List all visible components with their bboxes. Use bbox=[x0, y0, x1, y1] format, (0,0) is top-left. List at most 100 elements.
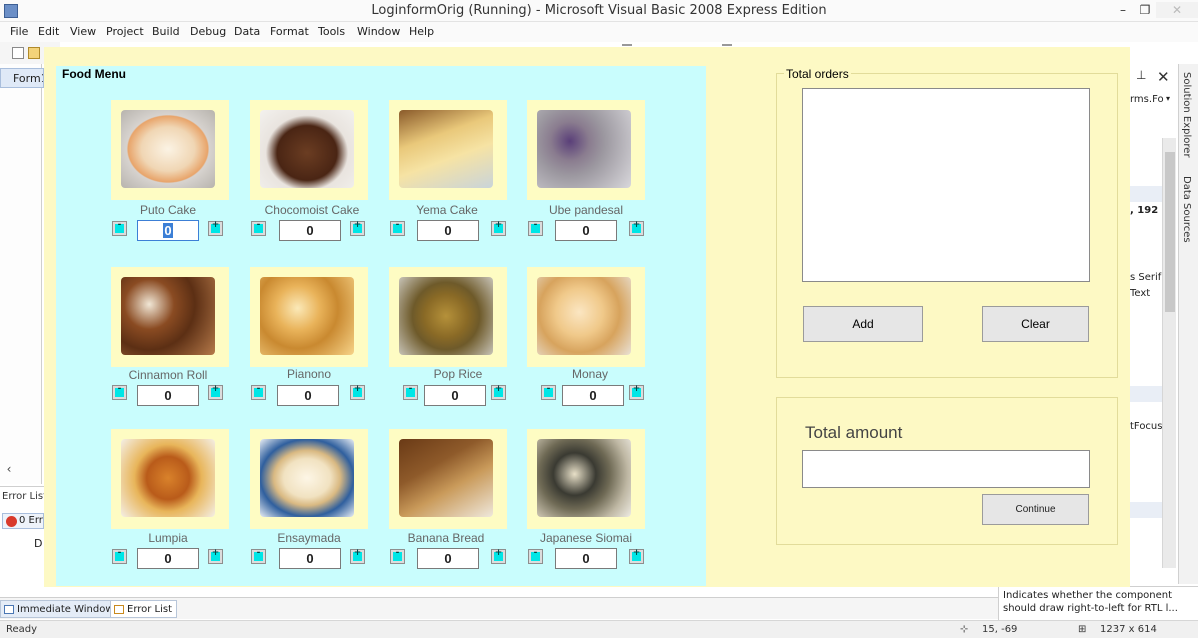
open-folder-icon[interactable] bbox=[28, 47, 40, 59]
menu-bar: File Edit View Project Build Debug Data … bbox=[0, 22, 1198, 42]
error-icon bbox=[6, 516, 17, 527]
minus-glyph: - bbox=[117, 384, 122, 394]
menu-project[interactable]: Project bbox=[106, 25, 144, 38]
decrease-japanese-siomai-button[interactable]: - bbox=[528, 548, 543, 564]
minus-glyph: - bbox=[117, 548, 122, 558]
food-image-banana-bread[interactable] bbox=[389, 429, 507, 529]
scrollbar-thumb[interactable] bbox=[1165, 152, 1175, 312]
tab-immediate-window[interactable]: Immediate Window bbox=[0, 600, 119, 618]
qty-chocomoist-cake-input[interactable]: 0 bbox=[279, 220, 341, 241]
menu-window[interactable]: Window bbox=[357, 25, 400, 38]
increase-yema-cake-button[interactable]: + bbox=[491, 220, 506, 236]
decrease-ensaymada-button[interactable]: - bbox=[251, 548, 266, 564]
qty-ube-pandesal-input[interactable]: 0 bbox=[555, 220, 617, 241]
menu-debug[interactable]: Debug bbox=[190, 25, 226, 38]
restore-button[interactable]: ❐ bbox=[1132, 2, 1158, 18]
total-orders-listbox[interactable] bbox=[802, 88, 1090, 282]
qty-value: 0 bbox=[163, 223, 173, 238]
qty-cinnamon-roll-input[interactable]: 0 bbox=[137, 385, 199, 406]
food-image-lumpia[interactable] bbox=[111, 429, 229, 529]
increase-monay-button[interactable]: + bbox=[629, 384, 644, 400]
food-image-monay[interactable] bbox=[527, 267, 645, 367]
food-image-pianono[interactable] bbox=[250, 267, 368, 367]
minus-glyph: - bbox=[533, 548, 538, 558]
menu-file[interactable]: File bbox=[10, 25, 28, 38]
menu-tools[interactable]: Tools bbox=[318, 25, 345, 38]
increase-chocomoist-cake-button[interactable]: + bbox=[350, 220, 365, 236]
menu-view[interactable]: View bbox=[70, 25, 96, 38]
decrease-cinnamon-roll-button[interactable]: - bbox=[112, 384, 127, 400]
menu-format[interactable]: Format bbox=[270, 25, 309, 38]
tab-form1-designer[interactable]: Form1 bbox=[0, 68, 44, 88]
increase-cinnamon-roll-button[interactable]: + bbox=[208, 384, 223, 400]
qty-puto-cake-input[interactable]: 0 bbox=[137, 220, 199, 241]
properties-scrollbar[interactable] bbox=[1162, 138, 1176, 568]
qty-yema-cake-input[interactable]: 0 bbox=[417, 220, 479, 241]
decrease-chocomoist-cake-button[interactable]: - bbox=[251, 220, 266, 236]
increase-ensaymada-button[interactable]: + bbox=[350, 548, 365, 564]
qty-pianono-input[interactable]: 0 bbox=[277, 385, 339, 406]
errors-filter-button[interactable]: 0 Errors bbox=[2, 513, 44, 529]
qty-japanese-siomai-input[interactable]: 0 bbox=[555, 548, 617, 569]
plus-glyph: + bbox=[211, 384, 220, 394]
property-value-font: s Serif, bbox=[1130, 272, 1165, 283]
qty-pop-rice-input[interactable]: 0 bbox=[424, 385, 486, 406]
minus-glyph: - bbox=[256, 384, 261, 394]
food-image-cinnamon-roll[interactable] bbox=[111, 267, 229, 367]
minus-glyph: - bbox=[533, 220, 538, 230]
scroll-left-arrow-icon[interactable]: ‹ bbox=[2, 462, 16, 476]
decrease-pianono-button[interactable]: - bbox=[251, 384, 266, 400]
increase-pop-rice-button[interactable]: + bbox=[491, 384, 506, 400]
food-image-ensaymada[interactable] bbox=[250, 429, 368, 529]
increase-japanese-siomai-button[interactable]: + bbox=[629, 548, 644, 564]
tab-solution-explorer[interactable]: Solution Explorer bbox=[1181, 72, 1192, 158]
increase-pianono-button[interactable]: + bbox=[350, 384, 365, 400]
add-button[interactable]: Add bbox=[803, 306, 923, 342]
decrease-monay-button[interactable]: - bbox=[541, 384, 556, 400]
increase-ube-pandesal-button[interactable]: + bbox=[629, 220, 644, 236]
increase-lumpia-button[interactable]: + bbox=[208, 548, 223, 564]
tab-data-sources[interactable]: Data Sources bbox=[1181, 176, 1192, 243]
qty-banana-bread-input[interactable]: 0 bbox=[417, 548, 479, 569]
decrease-yema-cake-button[interactable]: - bbox=[390, 220, 405, 236]
chevron-down-icon[interactable]: ▾ bbox=[1166, 94, 1170, 103]
menu-build[interactable]: Build bbox=[152, 25, 180, 38]
plus-glyph: + bbox=[494, 220, 503, 230]
close-window-button[interactable]: ✕ bbox=[1156, 2, 1198, 18]
minus-glyph: - bbox=[256, 548, 261, 558]
food-image-ube-pandesal[interactable] bbox=[527, 100, 645, 200]
ube-pandesal-photo bbox=[537, 110, 631, 188]
decrease-lumpia-button[interactable]: - bbox=[112, 548, 127, 564]
increase-puto-cake-button[interactable]: + bbox=[208, 220, 223, 236]
increase-banana-bread-button[interactable]: + bbox=[491, 548, 506, 564]
food-image-pop-rice[interactable] bbox=[389, 267, 507, 367]
close-pane-icon[interactable]: ✕ bbox=[1157, 68, 1170, 86]
property-row-highlight bbox=[1129, 386, 1162, 402]
food-image-yema-cake[interactable] bbox=[389, 100, 507, 200]
food-name-yema-cake: Yema Cake bbox=[416, 203, 478, 217]
property-value-focus: tFocus bbox=[1130, 421, 1163, 432]
qty-lumpia-input[interactable]: 0 bbox=[137, 548, 199, 569]
menu-help[interactable]: Help bbox=[409, 25, 434, 38]
pin-icon[interactable]: ⊥ bbox=[1136, 68, 1146, 82]
status-size: 1237 x 614 bbox=[1100, 624, 1157, 635]
decrease-puto-cake-button[interactable]: - bbox=[112, 220, 127, 236]
tab-error-list[interactable]: Error List bbox=[110, 600, 178, 618]
continue-button[interactable]: Continue bbox=[982, 494, 1089, 525]
menu-edit[interactable]: Edit bbox=[38, 25, 59, 38]
menu-data[interactable]: Data bbox=[234, 25, 260, 38]
status-position: 15, -69 bbox=[982, 624, 1018, 635]
new-project-icon[interactable] bbox=[12, 47, 24, 59]
decrease-banana-bread-button[interactable]: - bbox=[390, 548, 405, 564]
food-image-japanese-siomai[interactable] bbox=[527, 429, 645, 529]
decrease-ube-pandesal-button[interactable]: - bbox=[528, 220, 543, 236]
clear-button[interactable]: Clear bbox=[982, 306, 1089, 342]
food-image-chocomoist-cake[interactable] bbox=[250, 100, 368, 200]
total-amount-field[interactable] bbox=[802, 450, 1090, 488]
grip-icon bbox=[722, 44, 732, 46]
qty-monay-input[interactable]: 0 bbox=[562, 385, 624, 406]
decrease-pop-rice-button[interactable]: - bbox=[403, 384, 418, 400]
qty-ensaymada-input[interactable]: 0 bbox=[279, 548, 341, 569]
status-bar: Ready ⊹ 15, -69 ⊞ 1237 x 614 bbox=[0, 620, 1198, 638]
food-image-puto-cake[interactable] bbox=[111, 100, 229, 200]
